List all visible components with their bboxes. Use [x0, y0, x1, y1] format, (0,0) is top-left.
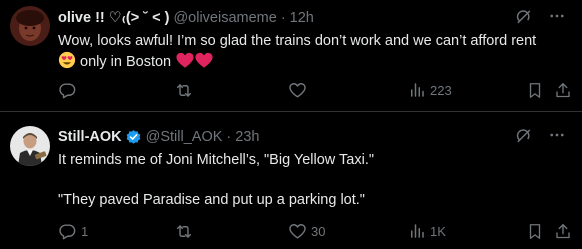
- handle[interactable]: @Still_AOK: [146, 129, 223, 145]
- retweet-icon: [174, 222, 194, 241]
- heart-icon: [288, 81, 307, 100]
- tweet-text-line1: It reminds me of Joni Mitchell’s, "Big Y…: [58, 152, 375, 168]
- retweet-icon: [174, 81, 194, 100]
- tweet-text: Wow, looks awful! I’m so glad the trains…: [58, 31, 568, 72]
- more-dots-icon[interactable]: [548, 126, 566, 144]
- display-name[interactable]: Still-AOK: [58, 129, 122, 145]
- like-button[interactable]: 30: [288, 220, 325, 242]
- action-bar: 223: [56, 79, 582, 101]
- handle[interactable]: @oliveisameme: [173, 10, 276, 26]
- share-button[interactable]: [554, 79, 572, 101]
- action-bar: 1 30 1K: [56, 220, 582, 242]
- like-count: 30: [311, 223, 326, 239]
- views-button[interactable]: 223: [408, 79, 452, 101]
- tweet-text-line2: only in Boston: [80, 54, 172, 70]
- tweet-text-line1: Wow, looks awful! I’m so glad the trains…: [58, 33, 537, 49]
- avatar[interactable]: [10, 6, 50, 46]
- tweet-header: Still-AOK @Still_AOK · 23h: [58, 127, 572, 147]
- verified-badge-icon: [125, 129, 142, 146]
- more-dots-icon[interactable]: [548, 7, 566, 25]
- heart-icon: [288, 222, 307, 241]
- tweet-text-line2: "They paved Paradise and put up a parkin…: [58, 192, 365, 208]
- grok-icon[interactable]: [515, 127, 532, 144]
- separator-dot: ·: [226, 129, 232, 145]
- views-count: 223: [430, 82, 452, 98]
- share-button[interactable]: [554, 220, 572, 242]
- bookmark-icon: [526, 81, 544, 100]
- timestamp[interactable]: 12h: [290, 10, 314, 26]
- separator-dot: ·: [280, 10, 286, 26]
- like-button[interactable]: [288, 79, 311, 101]
- reply-icon: [58, 81, 77, 100]
- tweet-header: olive !! ♡₍(> ˘ < ) @oliveisameme · 12h: [58, 8, 572, 28]
- retweet-button[interactable]: [174, 220, 198, 242]
- share-icon: [554, 222, 572, 241]
- tweet-still-aok[interactable]: Still-AOK @Still_AOK · 23h It reminds me…: [0, 113, 582, 249]
- header-icons: [515, 7, 566, 25]
- tweet-text: It reminds me of Joni Mitchell’s, "Big Y…: [58, 150, 568, 210]
- views-chart-icon: [408, 222, 426, 240]
- timestamp[interactable]: 23h: [235, 129, 259, 145]
- bookmark-button[interactable]: [526, 79, 544, 101]
- reply-button[interactable]: [58, 79, 81, 101]
- tweet-olive[interactable]: olive !! ♡₍(> ˘ < ) @oliveisameme · 12h …: [0, 0, 582, 112]
- heart-eyes-emoji-icon: [58, 51, 76, 69]
- reply-button[interactable]: 1: [58, 220, 88, 242]
- bookmark-button[interactable]: [526, 220, 544, 242]
- header-icons: [515, 126, 566, 144]
- display-name[interactable]: olive !! ♡₍(> ˘ < ): [58, 10, 169, 26]
- reply-icon: [58, 222, 77, 241]
- views-count: 1K: [430, 223, 446, 239]
- grok-icon[interactable]: [515, 8, 532, 25]
- views-button[interactable]: 1K: [408, 220, 446, 242]
- views-chart-icon: [408, 81, 426, 99]
- avatar[interactable]: [10, 126, 50, 166]
- bookmark-icon: [526, 222, 544, 241]
- retweet-button[interactable]: [174, 79, 198, 101]
- share-icon: [554, 81, 572, 100]
- red-heart-emoji-icon: [195, 52, 213, 69]
- red-heart-emoji-icon: [176, 52, 194, 69]
- reply-count: 1: [81, 223, 89, 239]
